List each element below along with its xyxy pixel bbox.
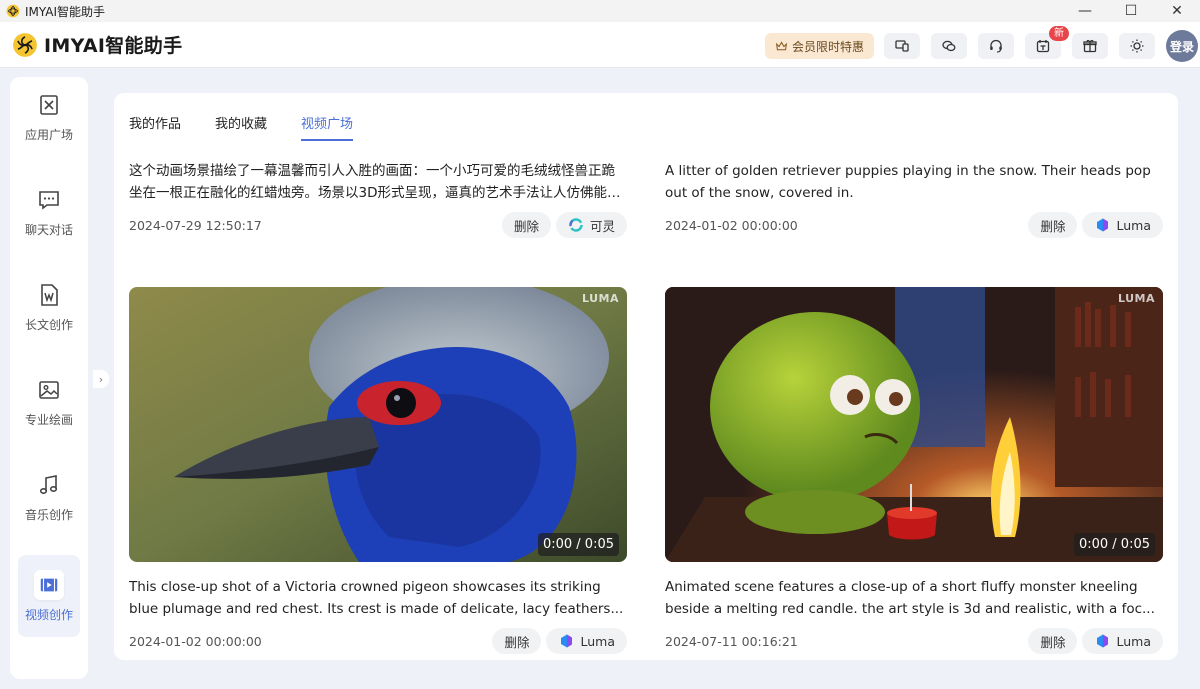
checkin-button[interactable]: 新	[1025, 26, 1069, 59]
gift-icon	[1083, 39, 1097, 53]
sidebar-item-label: 长文创作	[24, 318, 73, 332]
sidebar-item-painting[interactable]: 专业绘画	[10, 362, 88, 444]
video-icon-wrap	[34, 569, 64, 600]
model-tag[interactable]: Luma	[546, 628, 627, 654]
sidebar: 应用广场 聊天对话 长文创作 专业绘画 音乐创作 视频创作	[10, 77, 88, 679]
luma-model-icon	[1097, 218, 1109, 232]
kling-model-icon	[569, 218, 583, 232]
image-icon	[39, 381, 59, 399]
app-logo-icon	[6, 4, 20, 18]
luma-model-icon	[561, 634, 573, 648]
luma-watermark: LUMA	[1117, 292, 1155, 305]
video-description: Animated scene features a close-up of a …	[665, 579, 1155, 617]
theme-toggle-button[interactable]	[1119, 33, 1155, 59]
sidebar-item-long-writing[interactable]: 长文创作	[10, 267, 88, 349]
delete-button[interactable]: 删除	[1028, 212, 1078, 238]
sidebar-item-chat[interactable]: 聊天对话	[10, 172, 88, 254]
minimize-button[interactable]: —	[1062, 0, 1108, 22]
delete-button[interactable]: 删除	[492, 628, 542, 654]
customer-service-button[interactable]	[978, 33, 1014, 59]
gift-button[interactable]	[1072, 33, 1108, 59]
window-title: IMYAI智能助手	[25, 4, 106, 19]
crown-icon	[775, 40, 788, 50]
login-avatar-button[interactable]: 登录	[1166, 30, 1198, 62]
content-tabs: 我的作品 我的收藏 视频广场	[129, 113, 387, 141]
window-titlebar: IMYAI智能助手 — ☐ ✕	[0, 0, 1200, 22]
video-date: 2024-07-29 12:50:17	[129, 218, 262, 233]
tab-video-square[interactable]: 视频广场	[301, 113, 354, 141]
close-button[interactable]: ✕	[1154, 0, 1200, 22]
video-card[interactable]: A litter of golden retriever puppies pla…	[665, 160, 1163, 242]
video-date: 2024-07-11 00:16:21	[665, 634, 798, 649]
app-header: IMYAI智能助手 会员限时特惠 新 登录	[0, 22, 1200, 68]
model-name: Luma	[580, 633, 615, 649]
tab-my-works[interactable]: 我的作品	[129, 113, 181, 141]
calendar-gift-icon	[1036, 40, 1050, 53]
vip-promo-label: 会员限时特惠	[791, 39, 864, 54]
video-icon	[40, 578, 58, 591]
video-description: 这个动画场景描绘了一幕温馨而引人入胜的画面：一个小巧可爱的毛绒绒怪兽正跪坐在一根…	[129, 163, 621, 201]
model-name: Luma	[1116, 633, 1151, 649]
sidebar-item-app-store[interactable]: 应用广场	[10, 77, 88, 159]
video-thumbnail	[129, 287, 627, 562]
model-name: 可灵	[589, 218, 615, 234]
video-date: 2024-01-02 00:00:00	[665, 218, 798, 233]
app-logo[interactable]: IMYAI智能助手	[12, 31, 182, 58]
sidebar-item-label: 聊天对话	[24, 223, 73, 237]
video-card[interactable]: This close-up shot of a Victoria crowned…	[129, 576, 627, 658]
model-tag[interactable]: Luma	[1082, 212, 1163, 238]
sidebar-item-label: 视频创作	[24, 607, 73, 622]
luma-watermark: LUMA	[581, 292, 619, 305]
new-badge: 新	[1049, 26, 1069, 41]
video-duration: 0:00 / 0:05	[1073, 533, 1155, 556]
multi-device-button[interactable]	[884, 33, 920, 59]
word-doc-icon	[41, 284, 58, 306]
wechat-button[interactable]	[931, 33, 967, 59]
luma-model-icon	[1097, 634, 1109, 648]
main-content: 我的作品 我的收藏 视频广场 这个动画场景描绘了一幕温馨而引人入胜的画面：一个小…	[114, 93, 1178, 660]
devices-icon	[895, 40, 909, 52]
sidebar-collapse-button[interactable]: ›	[93, 370, 109, 388]
sidebar-item-label: 专业绘画	[24, 413, 73, 427]
video-card[interactable]: 这个动画场景描绘了一幕温馨而引人入胜的画面：一个小巧可爱的毛绒绒怪兽正跪坐在一根…	[129, 160, 627, 242]
maximize-button[interactable]: ☐	[1108, 0, 1154, 22]
sidebar-item-music[interactable]: 音乐创作	[10, 457, 88, 539]
video-thumbnail	[665, 287, 1163, 562]
video-card[interactable]: Animated scene features a close-up of a …	[665, 576, 1163, 658]
sun-icon	[1130, 39, 1144, 53]
video-duration: 0:00 / 0:05	[537, 533, 619, 556]
sidebar-item-video[interactable]: 视频创作	[18, 555, 80, 637]
openai-logo-icon	[13, 32, 37, 57]
chat-icon	[39, 191, 59, 210]
headset-icon	[990, 39, 1002, 53]
model-name: Luma	[1116, 217, 1151, 233]
delete-button[interactable]: 删除	[501, 212, 551, 238]
music-note-icon	[39, 475, 58, 495]
video-player[interactable]: LUMA 0:00 / 0:05	[665, 287, 1163, 562]
model-tag[interactable]: Luma	[1082, 628, 1163, 654]
video-description: This close-up shot of a Victoria crowned…	[129, 579, 624, 617]
logo-text: IMYAI智能助手	[44, 35, 183, 57]
sidebar-item-label: 音乐创作	[24, 508, 73, 522]
vip-promo-button[interactable]: 会员限时特惠	[764, 33, 874, 59]
video-date: 2024-01-02 00:00:00	[129, 634, 262, 649]
wechat-icon	[942, 40, 956, 52]
model-tag[interactable]: 可灵	[555, 212, 627, 238]
sidebar-item-label: 应用广场	[24, 128, 73, 142]
tab-my-favorites[interactable]: 我的收藏	[215, 113, 267, 141]
video-player[interactable]: LUMA 0:00 / 0:05	[129, 287, 627, 562]
video-description: A litter of golden retriever puppies pla…	[665, 163, 1151, 201]
delete-button[interactable]: 删除	[1028, 628, 1078, 654]
app-store-icon	[40, 95, 58, 115]
